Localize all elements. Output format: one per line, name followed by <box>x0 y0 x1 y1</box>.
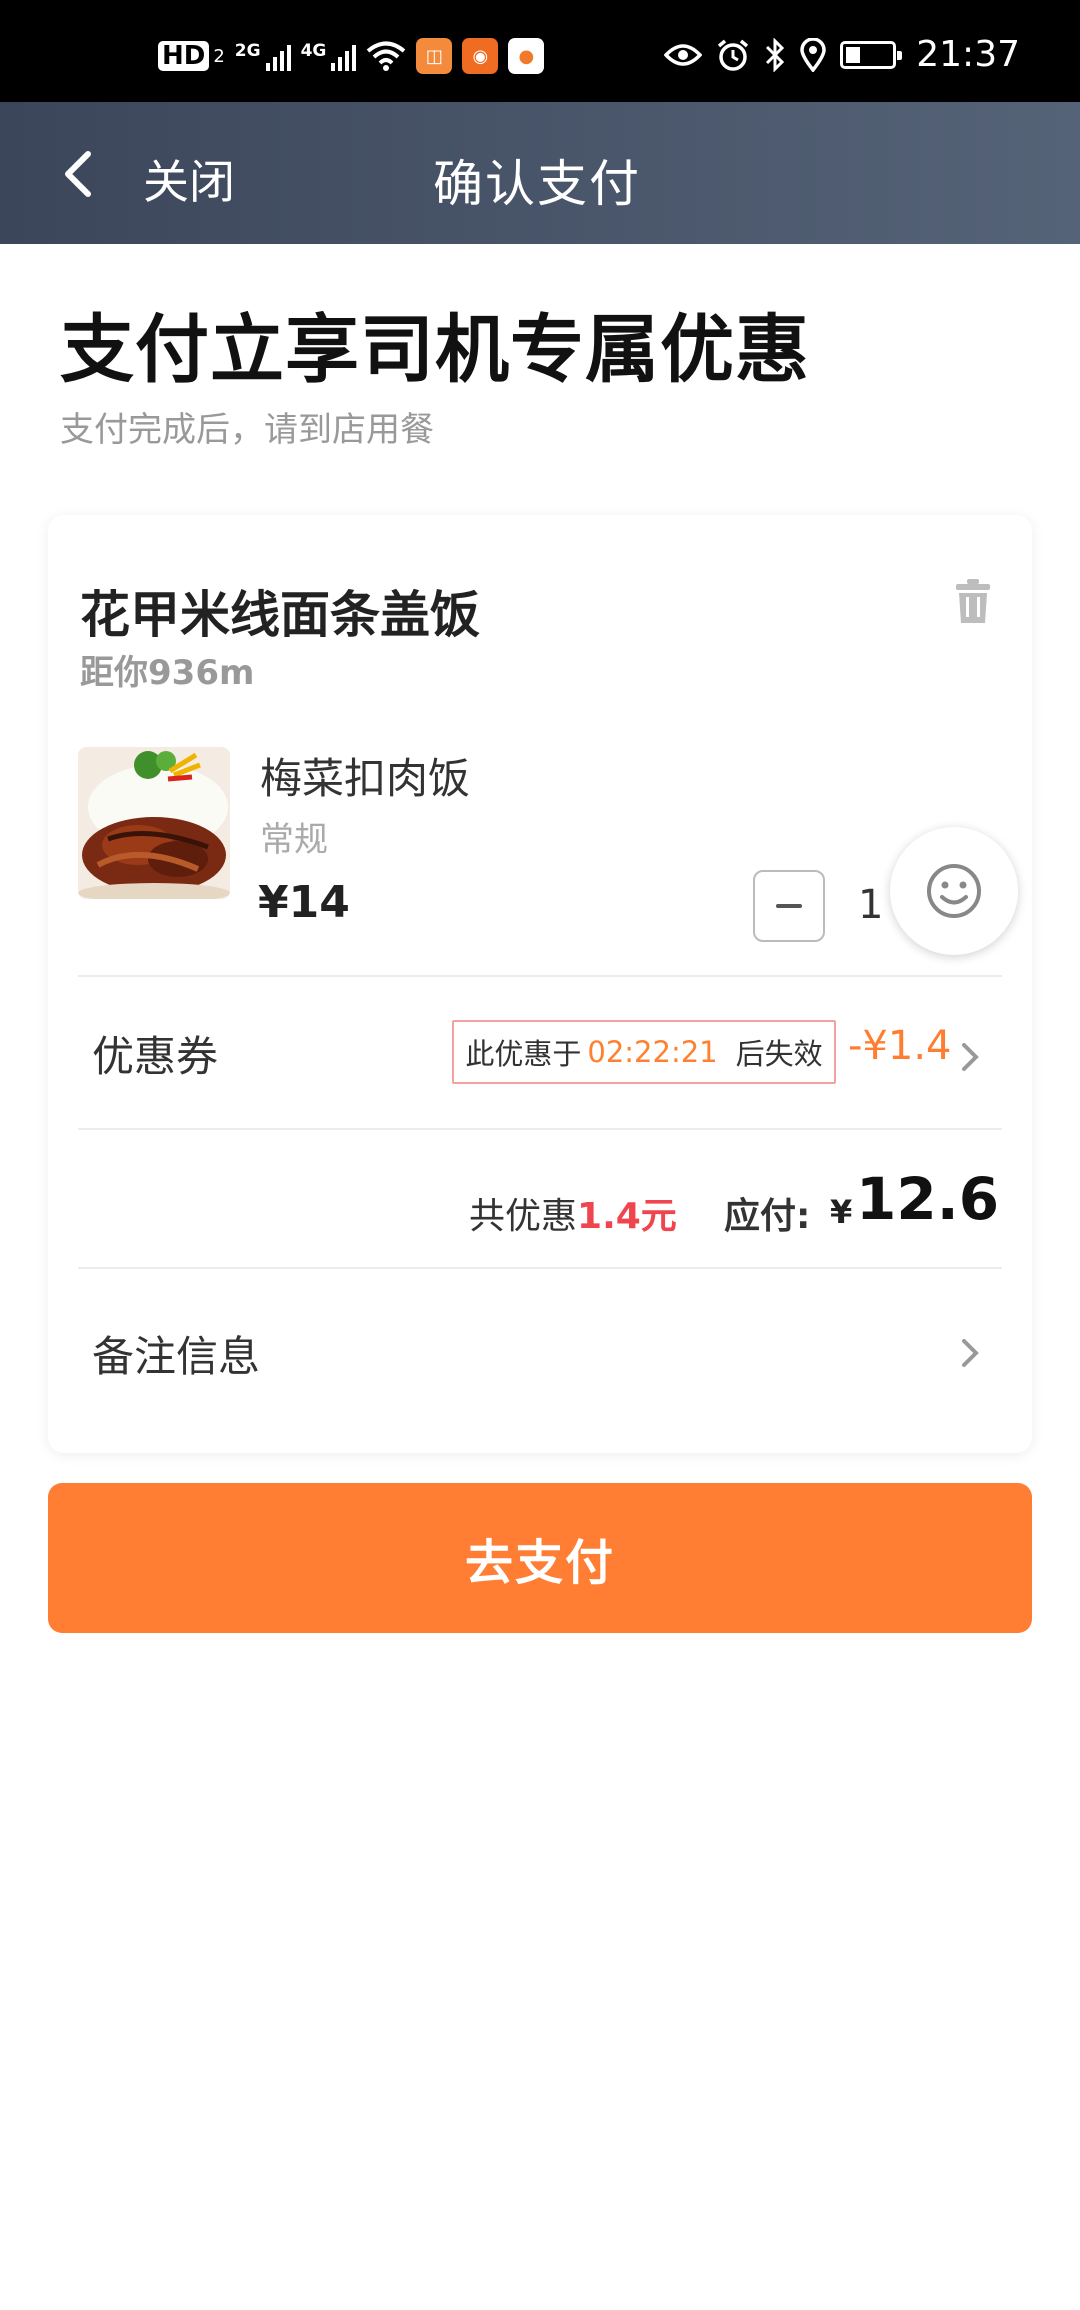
total-discount-value: 1.4元 <box>577 1196 677 1237</box>
page-title: 确认支付 <box>433 155 641 213</box>
divider <box>78 1128 1002 1130</box>
wifi-icon <box>367 41 406 71</box>
food-name: 梅菜扣肉饭 <box>260 754 471 803</box>
remark-row[interactable]: 备注信息 <box>92 1323 260 1384</box>
coupon-label: 优惠券 <box>92 1032 219 1081</box>
coupon-timer: 02:22:21 <box>587 1035 718 1069</box>
divider <box>78 975 1002 977</box>
amount-due-value: 12.6 <box>856 1165 1000 1233</box>
food-price: ¥14 <box>258 877 350 928</box>
smiley-icon <box>927 864 981 918</box>
signal-4g-icon: 4G <box>301 41 357 71</box>
eye-icon <box>664 43 703 66</box>
coupon-expiry-notice: 此优惠于 02:22:21 后失效 <box>452 1020 836 1084</box>
status-bar: HD 2 2G 4G ◫ ◉ ● 21:37 <box>0 0 1080 102</box>
divider <box>78 1267 1002 1269</box>
battery-icon <box>840 40 903 69</box>
smiley-float-button[interactable] <box>890 827 1018 955</box>
status-right: 21:37 <box>664 34 1020 75</box>
food-image <box>78 747 230 899</box>
bluetooth-icon <box>766 37 785 72</box>
clock: 21:37 <box>916 34 1020 75</box>
coupon-expiry-prefix: 此优惠于 <box>465 1037 582 1071</box>
mi-app-icon: ◉ <box>462 38 499 74</box>
app-notification-icon: ◫ <box>416 38 453 74</box>
hero-subtitle: 支付完成后，请到店用餐 <box>60 410 434 450</box>
hd-badge: HD <box>158 41 210 71</box>
nav-bar: 关闭 确认支付 <box>0 102 1080 244</box>
chevron-right-icon[interactable] <box>958 1039 984 1075</box>
chevron-right-icon[interactable] <box>958 1335 984 1371</box>
amount-due-label: 应付: <box>724 1196 811 1237</box>
orange-app-icon: ● <box>508 38 545 74</box>
order-card: 花甲米线面条盖饭 距你936m 梅菜扣肉饭 常规 ¥14 1 优惠券 此优惠于 … <box>48 515 1032 1453</box>
shop-distance: 距你936m <box>80 653 255 693</box>
hd-sub: 2 <box>213 45 225 67</box>
coupon-expiry-suffix: 后失效 <box>735 1037 823 1071</box>
coupon-amount[interactable]: -¥1.4 <box>848 1023 952 1069</box>
trash-icon[interactable] <box>956 579 990 623</box>
food-spec: 常规 <box>260 820 328 860</box>
signal-2g-icon: 2G <box>235 41 291 71</box>
total-discount: 共优惠1.4元 <box>469 1187 677 1239</box>
quantity-value: 1 <box>858 882 884 928</box>
total-discount-prefix: 共优惠 <box>469 1196 578 1237</box>
location-icon <box>800 37 827 72</box>
currency-symbol: ¥ <box>830 1193 853 1231</box>
alarm-icon <box>718 39 749 71</box>
status-left: HD 2 2G 4G ◫ ◉ ● <box>158 38 545 74</box>
quantity-minus-button[interactable] <box>753 870 825 942</box>
pay-button[interactable]: 去支付 <box>48 1483 1032 1633</box>
hero-title: 支付立享司机专属优惠 <box>60 307 810 393</box>
shop-name: 花甲米线面条盖饭 <box>80 586 480 644</box>
